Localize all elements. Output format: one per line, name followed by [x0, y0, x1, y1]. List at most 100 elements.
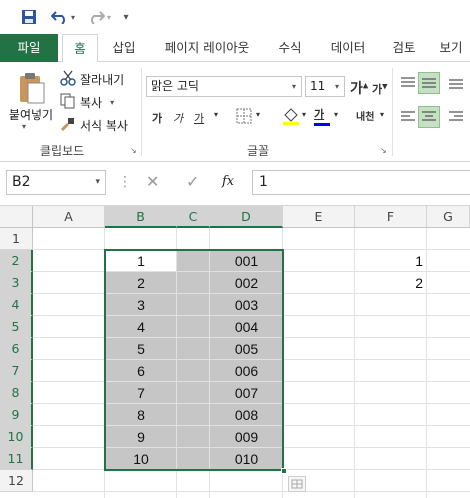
- underline-button[interactable]: 가: [194, 110, 204, 126]
- enter-icon[interactable]: ✓: [186, 172, 199, 191]
- align-middle-icon[interactable]: [418, 72, 440, 94]
- align-left-icon[interactable]: [400, 110, 416, 127]
- undo-icon[interactable]: ▾: [48, 7, 78, 27]
- font-color-swatch: [314, 123, 330, 126]
- italic-button[interactable]: 가: [173, 110, 183, 126]
- cut-label: 잘라내기: [80, 73, 125, 87]
- tab-data[interactable]: 데이터: [322, 34, 374, 62]
- format-painter-label: 서식 복사: [80, 119, 128, 133]
- name-box[interactable]: B2 ▾: [6, 170, 106, 195]
- font-color-label: 가: [314, 108, 325, 121]
- tab-file[interactable]: 파일: [0, 34, 58, 62]
- font-color-button[interactable]: 가: [314, 106, 330, 126]
- border-dropdown-icon[interactable]: ▾: [256, 110, 260, 119]
- column-header-b[interactable]: B: [105, 206, 177, 228]
- font-name-dropdown-icon[interactable]: ▾: [287, 77, 301, 96]
- column-header-e[interactable]: E: [283, 206, 355, 228]
- shrink-font-label: 가: [372, 83, 383, 96]
- font-size-value: 11: [310, 79, 326, 93]
- worksheet-grid[interactable]: A B C D E F G 1 2 3 4 5 6 7 8 9 10 11 12…: [0, 206, 470, 498]
- save-icon[interactable]: [18, 7, 40, 27]
- font-name-combo[interactable]: 맑은 고딕 ▾: [146, 76, 302, 97]
- tab-view[interactable]: 보기: [432, 34, 470, 62]
- name-box-dropdown-icon[interactable]: ▾: [95, 171, 100, 194]
- tab-formulas[interactable]: 수식: [268, 34, 312, 62]
- brush-icon: [60, 116, 76, 135]
- font-size-dropdown-icon[interactable]: ▾: [330, 77, 344, 96]
- tab-home[interactable]: 홈: [62, 34, 98, 63]
- phonetic-button[interactable]: 내천: [356, 108, 374, 123]
- row-header[interactable]: 12: [0, 470, 33, 492]
- font-color-dropdown-icon[interactable]: ▾: [334, 110, 338, 119]
- row-header[interactable]: 2: [0, 250, 33, 272]
- group-separator: [141, 68, 142, 156]
- grow-font-label: 가: [350, 81, 363, 97]
- copy-label: 복사: [80, 96, 103, 110]
- fill-color-dropdown-icon[interactable]: ▾: [302, 110, 306, 119]
- cut-button[interactable]: 잘라내기: [60, 70, 124, 89]
- column-header-f[interactable]: F: [355, 206, 427, 228]
- formula-bar-grip-icon: ⋮: [118, 174, 132, 190]
- cell-f2[interactable]: 1: [355, 250, 427, 272]
- font-name-value: 맑은 고딕: [151, 79, 199, 93]
- row-header[interactable]: 10: [0, 426, 33, 448]
- column-header-g[interactable]: G: [427, 206, 470, 228]
- tab-page-layout[interactable]: 페이지 레이아웃: [152, 34, 262, 62]
- insert-function-button[interactable]: fx: [222, 174, 234, 189]
- format-painter-button[interactable]: 서식 복사: [60, 116, 128, 135]
- ribbon-tabs: 파일 홈 삽입 페이지 레이아웃 수식 데이터 검토 보기: [0, 34, 470, 63]
- customize-icon[interactable]: ▾: [118, 7, 134, 27]
- border-icon: [236, 108, 252, 124]
- paste-button[interactable]: 붙여넣기: [4, 106, 58, 123]
- align-right-icon[interactable]: [448, 110, 464, 127]
- formula-input[interactable]: 1: [252, 170, 470, 195]
- row-header[interactable]: 1: [0, 228, 33, 250]
- redo-icon[interactable]: ▾: [84, 7, 114, 27]
- fill-handle[interactable]: [281, 468, 287, 474]
- row-header[interactable]: 3: [0, 272, 33, 294]
- select-all-corner[interactable]: [0, 206, 33, 228]
- group-separator: [392, 68, 393, 156]
- border-button[interactable]: [236, 108, 252, 127]
- phonetic-dropdown-icon[interactable]: ▾: [380, 110, 384, 119]
- font-launcher-icon[interactable]: ↘: [380, 146, 387, 155]
- gridline: [33, 491, 470, 492]
- scissors-icon: [60, 70, 76, 89]
- grow-font-button[interactable]: 가▲: [350, 78, 368, 98]
- row-header[interactable]: 6: [0, 338, 33, 360]
- column-header-d[interactable]: D: [210, 206, 283, 228]
- row-header[interactable]: 8: [0, 382, 33, 404]
- paste-dropdown-icon[interactable]: ▾: [22, 122, 26, 131]
- quick-access-toolbar: ▾ ▾ ▾: [0, 0, 470, 34]
- column-header-c[interactable]: C: [177, 206, 210, 228]
- row-header[interactable]: 11: [0, 448, 33, 470]
- font-size-combo[interactable]: 11 ▾: [305, 76, 345, 97]
- bold-button[interactable]: 가: [152, 110, 162, 126]
- underline-dropdown-icon[interactable]: ▾: [214, 110, 218, 119]
- cancel-icon[interactable]: ✕: [146, 172, 159, 191]
- fill-color-button[interactable]: [282, 106, 300, 129]
- align-bottom-icon[interactable]: [448, 76, 464, 93]
- row-header[interactable]: 4: [0, 294, 33, 316]
- copy-icon: [60, 93, 76, 112]
- ribbon-home: 붙여넣기 ▾ 잘라내기 복사 ▾ 서식 복사 클립보드 ↘ 맑은 고딕 ▾ 11…: [0, 62, 470, 162]
- row-header[interactable]: 5: [0, 316, 33, 338]
- row-header[interactable]: 9: [0, 404, 33, 426]
- quick-analysis-icon[interactable]: [288, 476, 306, 492]
- name-box-value: B2: [12, 174, 31, 190]
- selection-border: [104, 249, 284, 471]
- copy-dropdown-icon[interactable]: ▾: [110, 98, 114, 107]
- row-header[interactable]: 7: [0, 360, 33, 382]
- paste-icon[interactable]: [10, 70, 54, 106]
- formula-bar: B2 ▾ ⋮ ✕ ✓ fx 1: [0, 162, 470, 206]
- align-top-icon[interactable]: [400, 76, 416, 93]
- clipboard-launcher-icon[interactable]: ↘: [130, 146, 137, 155]
- tab-insert[interactable]: 삽입: [104, 34, 144, 62]
- column-header-a[interactable]: A: [33, 206, 105, 228]
- shrink-font-button[interactable]: 가▼: [372, 81, 388, 97]
- copy-button[interactable]: 복사 ▾: [60, 93, 114, 112]
- cell-f3[interactable]: 2: [355, 272, 427, 294]
- tab-review[interactable]: 검토: [384, 34, 424, 62]
- align-center-icon[interactable]: [418, 106, 440, 128]
- font-group-label: 글꼴: [247, 144, 270, 158]
